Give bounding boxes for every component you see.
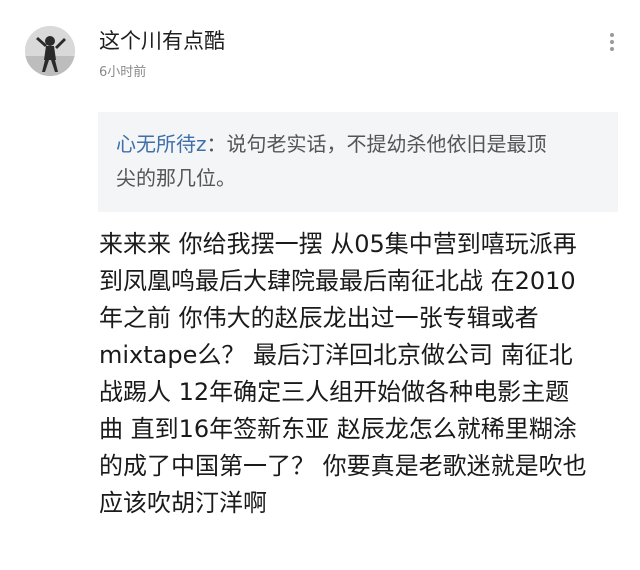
comment-line: 年之前 你伟大的赵辰龙出过一张专辑或者 [99, 304, 539, 332]
comment-line: 来来来 你给我摆一摆 从05集中营到嘻玩派再 [99, 230, 577, 258]
user-avatar[interactable] [25, 26, 75, 76]
quote-separator: ： [206, 132, 227, 156]
comment-line: 到凤凰鸣最后大肆院最最后南征北战 在2010 [99, 267, 576, 295]
timestamp: 6小时前 [99, 65, 147, 80]
avatar-photo-icon [25, 26, 75, 76]
comment-line: mixtape么？ 最后汀洋回北京做公司 南征北 [99, 341, 573, 369]
quote-text-1: 说句老实话，不提幼杀他依旧是最顶 [226, 132, 547, 156]
username[interactable]: 这个川有点酷 [99, 27, 225, 55]
comment-line: 曲 直到16年签新东亚 赵辰龙怎么就稀里糊涂 [99, 415, 577, 443]
comment-body: 来来来 你给我摆一摆 从05集中营到嘻玩派再 到凤凰鸣最后大肆院最最后南征北战 … [99, 226, 624, 522]
comment-line: 的成了中国第一了？ 你要真是老歌迷就是吹也 [99, 452, 587, 480]
quoted-reply[interactable]: 心无所待z：说句老实话，不提幼杀他依旧是最顶 尖的那几位。 [98, 112, 618, 212]
comment-card: 这个川有点酷 6小时前 心无所待z：说句老实话，不提幼杀他依旧是最顶 尖的那几位… [0, 0, 640, 570]
more-options-icon[interactable] [602, 30, 622, 54]
quoted-username[interactable]: 心无所待z [116, 132, 207, 156]
quote-line-1: 心无所待z：说句老实话，不提幼杀他依旧是最顶 [116, 127, 600, 161]
comment-line: 应该吹胡汀洋啊 [99, 489, 267, 517]
comment-line: 战踢人 12年确定三人组开始做各种电影主题 [99, 378, 570, 406]
quote-text-2: 尖的那几位。 [116, 166, 236, 190]
